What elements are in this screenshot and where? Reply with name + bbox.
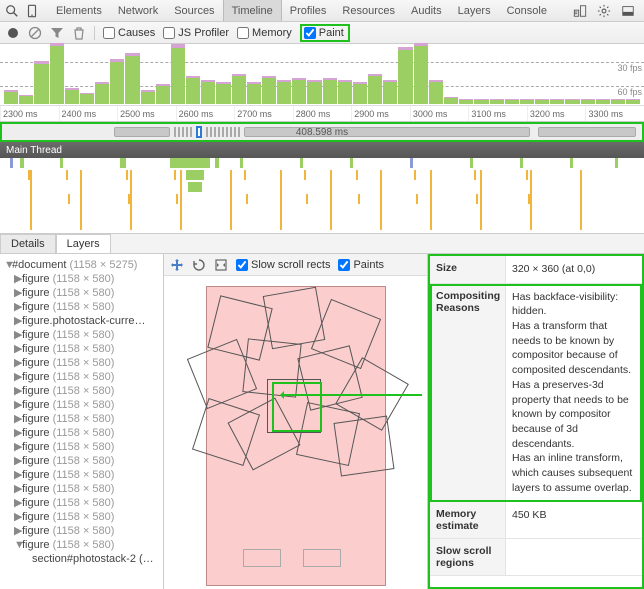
search-icon[interactable] (4, 3, 20, 19)
memory-checkbox[interactable]: Memory (237, 27, 292, 39)
overview-tick: 3300 ms (585, 106, 644, 121)
rotate-icon[interactable] (192, 258, 206, 272)
tree-row[interactable]: ▶figure.photostack-curre… (2, 314, 161, 328)
detail-memory: Memory estimate450 KB (430, 502, 642, 539)
overview-tick: 2300 ms (0, 106, 59, 121)
tree-row[interactable]: ▶figure (1158 × 580) (2, 370, 161, 384)
detail-compositing-reasons: Compositing ReasonsHas backface-visibili… (430, 284, 642, 503)
tree-row[interactable]: ▶figure (1158 × 580) (2, 356, 161, 370)
causes-checkbox[interactable]: Causes (103, 27, 155, 39)
paint-label: Paint (319, 27, 344, 39)
slowscroll-checkbox[interactable]: Slow scroll rects (236, 259, 330, 271)
tree-row[interactable]: section#photostack-2 (… (2, 552, 161, 566)
tab-resources[interactable]: Resources (334, 0, 403, 21)
detail-slowscroll: Slow scroll regions (430, 539, 642, 576)
tree-row[interactable]: ▶figure (1158 × 580) (2, 524, 161, 538)
tab-console[interactable]: Console (499, 0, 555, 21)
tree-row[interactable]: ▶figure (1158 × 580) (2, 286, 161, 300)
tab-sources[interactable]: Sources (166, 0, 222, 21)
paint-checkbox-highlight: Paint (300, 24, 350, 42)
reset-icon[interactable] (214, 258, 228, 272)
gc-icon[interactable] (72, 26, 86, 40)
scrubber-time-label: 408.598 ms (2, 127, 642, 138)
paints-checkbox[interactable]: Paints (338, 259, 384, 271)
overview-tick: 2600 ms (176, 106, 235, 121)
paints-label: Paints (353, 259, 384, 271)
timeline-filters: Causes JS Profiler Memory Paint (0, 22, 644, 44)
tab-layers[interactable]: Layers (450, 0, 499, 21)
detail-size: Size320 × 360 (at 0,0) (430, 256, 642, 284)
tab-timeline[interactable]: Timeline (223, 0, 282, 21)
causes-label: Causes (118, 27, 155, 39)
tree-row[interactable]: ▶figure (1158 × 580) (2, 412, 161, 426)
main-thread-body[interactable] (0, 158, 644, 234)
clear-icon[interactable] (28, 26, 42, 40)
scrubber-highlight[interactable]: 408.598 ms (0, 122, 644, 142)
overview-tick: 2700 ms (234, 106, 293, 121)
layer-tree[interactable]: ▼#document (1158 × 5275)▶figure (1158 × … (0, 254, 164, 589)
gear-icon[interactable] (596, 3, 612, 19)
bottom-pane: ▼#document (1158 × 5275)▶figure (1158 × … (0, 254, 644, 589)
devtools-tabs: ElementsNetworkSourcesTimelineProfilesRe… (48, 0, 568, 21)
tree-row[interactable]: ▼figure (1158 × 580) (2, 538, 161, 552)
canvas-toolbar: Slow scroll rects Paints (164, 254, 427, 276)
devtools-toolbar: ElementsNetworkSourcesTimelineProfilesRe… (0, 0, 644, 22)
subtab-details[interactable]: Details (0, 234, 56, 253)
paint-checkbox[interactable]: Paint (304, 27, 344, 39)
tree-row[interactable]: ▶figure (1158 × 580) (2, 398, 161, 412)
filter-icon[interactable] (50, 26, 64, 40)
tab-profiles[interactable]: Profiles (282, 0, 335, 21)
tree-row[interactable]: ▶figure (1158 × 580) (2, 482, 161, 496)
tree-row[interactable]: ▶figure (1158 × 580) (2, 426, 161, 440)
tree-row[interactable]: ▶figure (1158 × 580) (2, 384, 161, 398)
slowscroll-label: Slow scroll rects (251, 259, 330, 271)
tree-row[interactable]: ▶figure (1158 × 580) (2, 468, 161, 482)
tab-audits[interactable]: Audits (403, 0, 450, 21)
overview-tick: 2800 ms (293, 106, 352, 121)
selected-layer[interactable] (272, 382, 322, 432)
layer-details: Size320 × 360 (at 0,0) Compositing Reaso… (428, 254, 644, 589)
record-icon[interactable] (6, 26, 20, 40)
drawer-icon[interactable] (572, 3, 588, 19)
overview-tick: 3000 ms (410, 106, 469, 121)
overview-chart[interactable]: 30 fps 60 fps 2300 ms2400 ms2500 ms2600 … (0, 44, 644, 122)
main-thread-header: Main Thread (0, 142, 644, 158)
memory-label: Memory (252, 27, 292, 39)
tree-row[interactable]: ▼#document (1158 × 5275) (2, 258, 161, 272)
page-layer[interactable] (206, 286, 386, 586)
tree-row[interactable]: ▶figure (1158 × 580) (2, 342, 161, 356)
tree-row[interactable]: ▶figure (1158 × 580) (2, 440, 161, 454)
overview-tick: 3100 ms (468, 106, 527, 121)
overview-tick: 3200 ms (527, 106, 586, 121)
jsprofiler-checkbox[interactable]: JS Profiler (163, 27, 229, 39)
tab-network[interactable]: Network (110, 0, 166, 21)
subtabs: DetailsLayers (0, 234, 644, 254)
tree-row[interactable]: ▶figure (1158 × 580) (2, 496, 161, 510)
tab-elements[interactable]: Elements (48, 0, 110, 21)
subtab-layers[interactable]: Layers (56, 234, 111, 253)
overview-tick: 2500 ms (117, 106, 176, 121)
selection-arrow (282, 394, 422, 396)
overview-tick: 2400 ms (59, 106, 118, 121)
tree-row[interactable]: ▶figure (1158 × 580) (2, 454, 161, 468)
tree-row[interactable]: ▶figure (1158 × 580) (2, 300, 161, 314)
layer-canvas[interactable]: Slow scroll rects Paints (164, 254, 428, 589)
tree-row[interactable]: ▶figure (1158 × 580) (2, 328, 161, 342)
dock-icon[interactable] (620, 3, 636, 19)
overview-tick: 2900 ms (351, 106, 410, 121)
tree-row[interactable]: ▶figure (1158 × 580) (2, 272, 161, 286)
jsprofiler-label: JS Profiler (178, 27, 229, 39)
pan-icon[interactable] (170, 258, 184, 272)
device-icon[interactable] (24, 3, 40, 19)
tree-row[interactable]: ▶figure (1158 × 580) (2, 510, 161, 524)
